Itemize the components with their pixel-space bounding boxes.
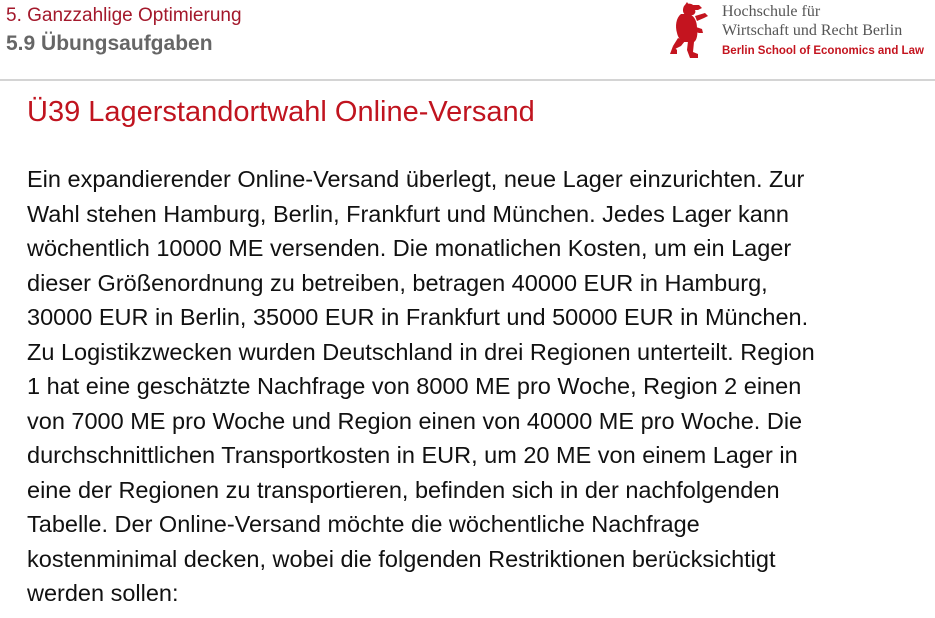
text-line: Tabelle. Der Online-Versand möchte die w… xyxy=(27,511,700,537)
text-line: wöchentlich 10000 ME versenden. Die mona… xyxy=(27,235,792,261)
text-line: durchschnittlichen Transportkosten in EU… xyxy=(27,442,798,468)
exercise-title: Ü39 Lagerstandortwahl Online-Versand xyxy=(27,96,535,128)
text-line: Ein expandierender Online-Versand überle… xyxy=(27,166,805,192)
text-line: dieser Größenordnung zu betreiben, betra… xyxy=(27,269,768,296)
text-line: eine der Regionen zu transportieren, bef… xyxy=(27,476,780,503)
text-line: 1 hat eine geschätzte Nachfrage von 8000… xyxy=(27,373,802,399)
university-name-line2: Wirtschaft und Recht Berlin xyxy=(722,22,903,39)
slide-header: 5. Ganzzahlige Optimierung 5.9 Übungsauf… xyxy=(0,0,935,80)
university-name-english: Berlin School of Economics and Law xyxy=(722,45,924,57)
text-line: Zu Logistikzwecken wurden Deutschland in… xyxy=(27,338,815,365)
chapter-title: 5. Ganzzahlige Optimierung xyxy=(6,5,242,26)
university-name-line1: Hochschule für xyxy=(722,3,821,20)
exercise-text: Ein expandierender Online-Versand überle… xyxy=(27,162,927,611)
header-divider xyxy=(0,79,935,81)
text-line: kostenminimal decken, wobei die folgende… xyxy=(27,545,776,572)
berlin-bear-icon xyxy=(670,2,708,58)
text-line: von 7000 ME pro Woche und Region einen v… xyxy=(27,407,803,434)
text-line: Wahl stehen Hamburg, Berlin, Frankfurt u… xyxy=(27,200,789,227)
text-line: 30000 EUR in Berlin, 35000 EUR in Frankf… xyxy=(27,304,809,330)
text-line: werden sollen: xyxy=(27,580,179,606)
section-title: 5.9 Übungsaufgaben xyxy=(6,32,213,55)
